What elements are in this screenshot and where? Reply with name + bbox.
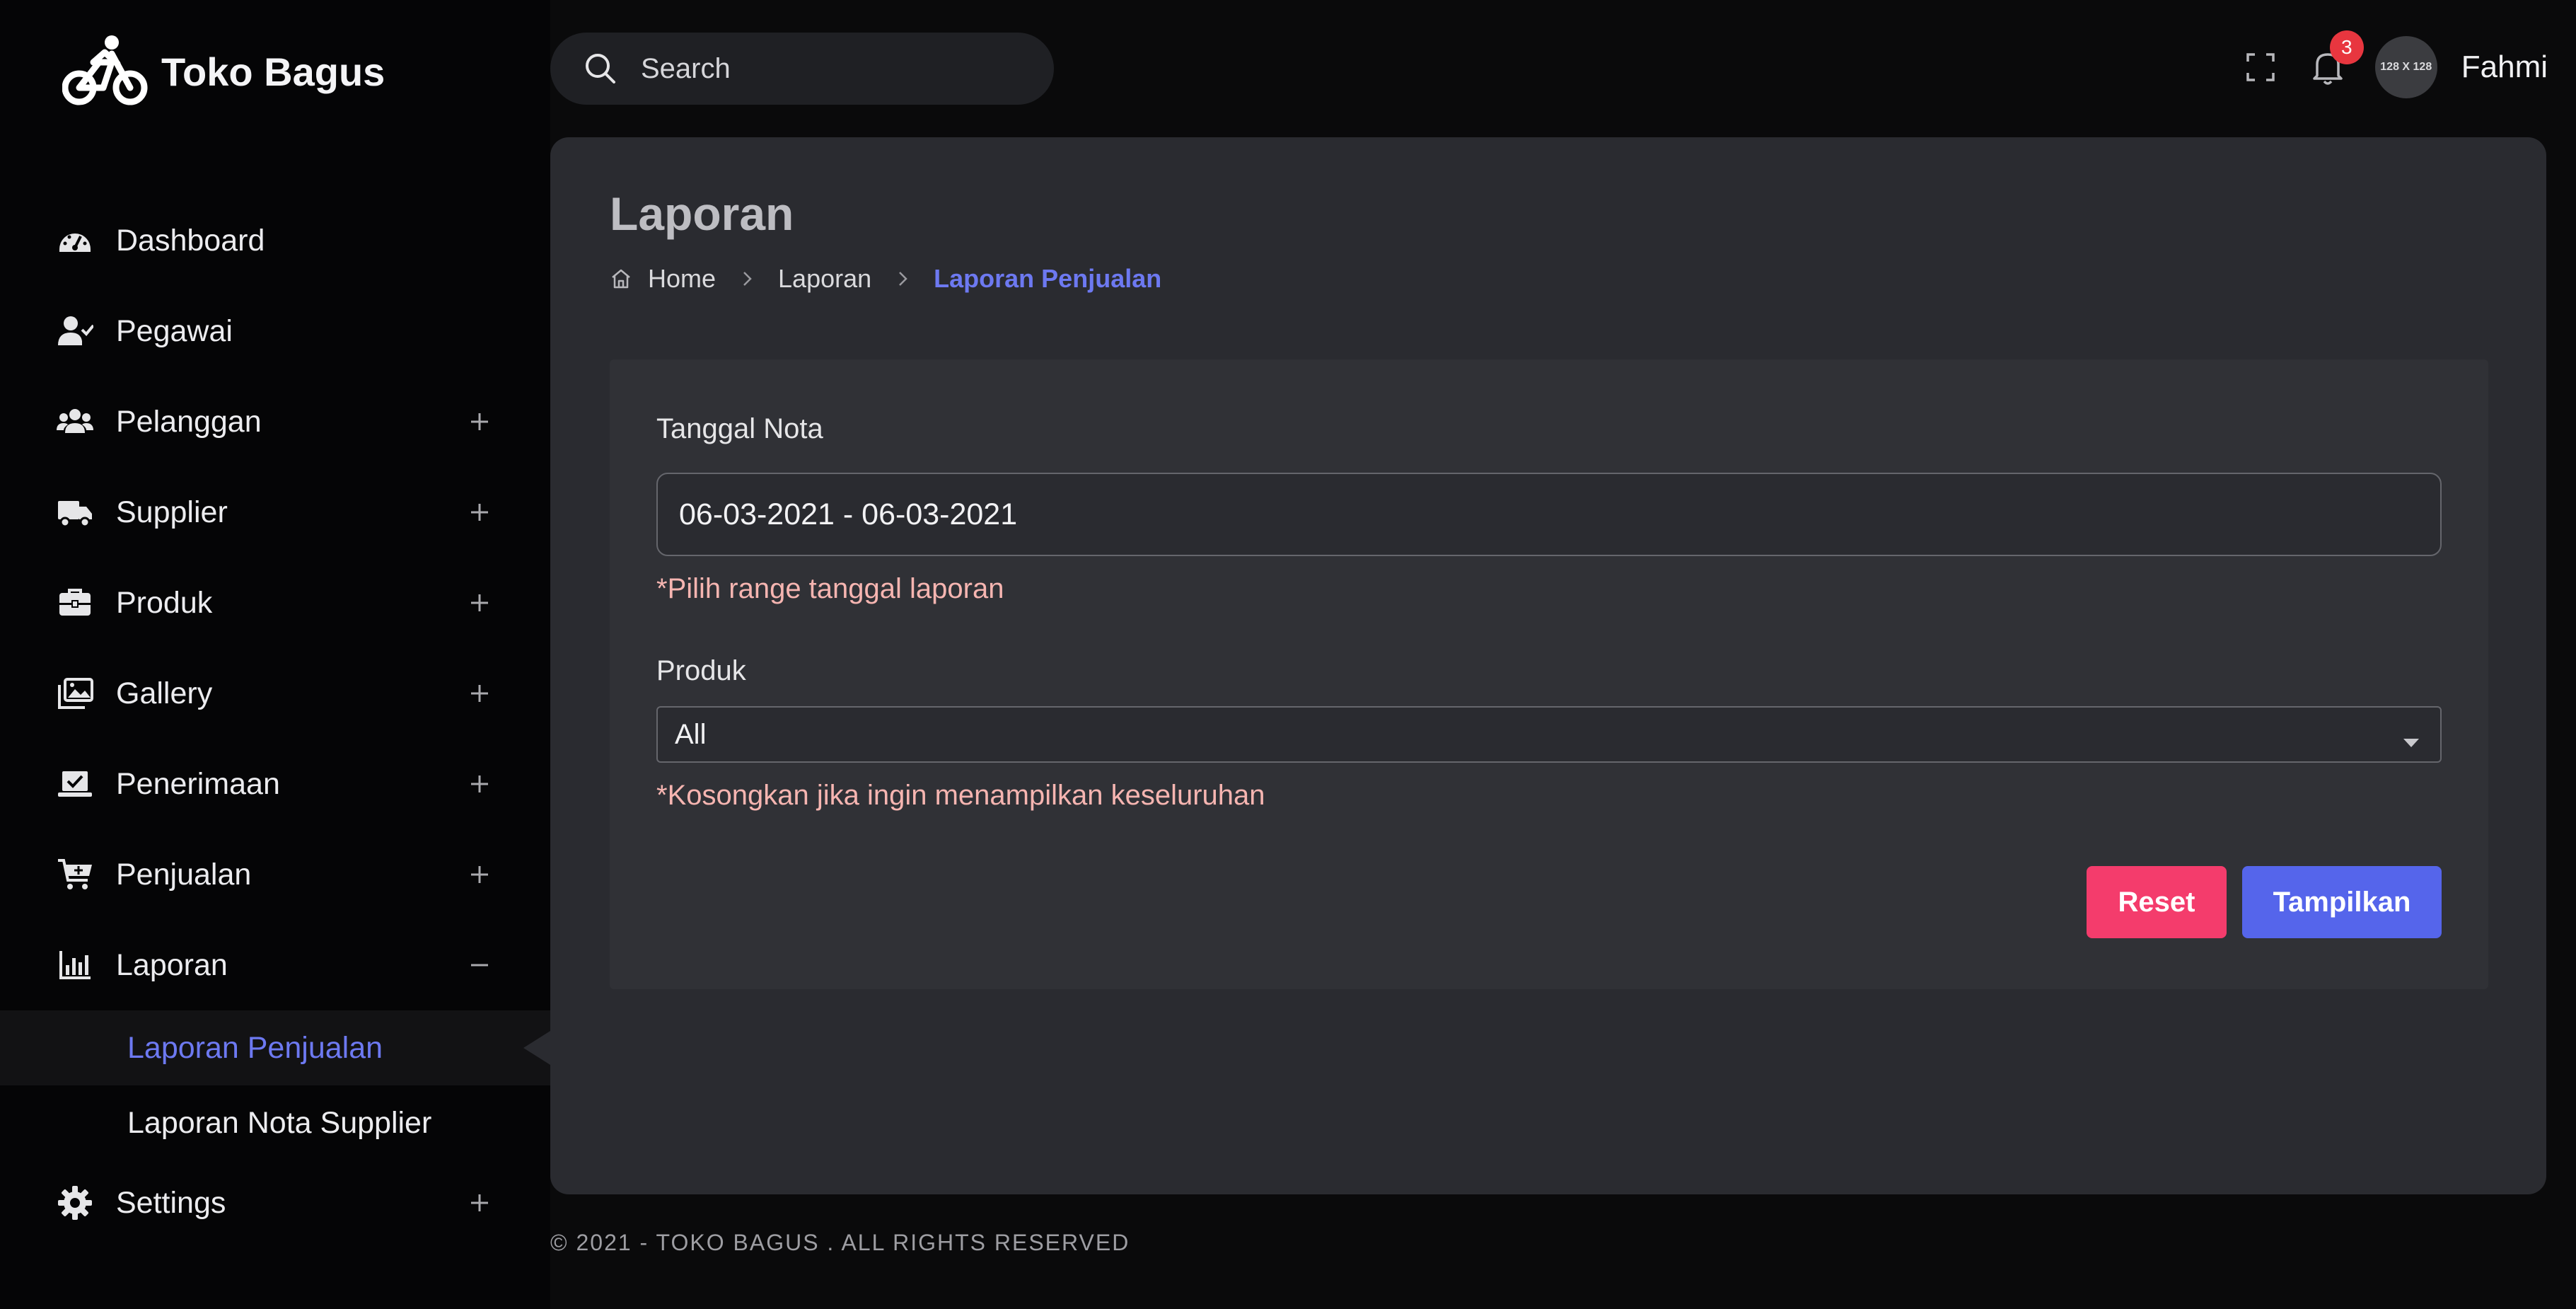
cart-plus-icon (58, 859, 92, 889)
app-name: Toko Bagus (161, 49, 385, 94)
truck-icon (58, 501, 92, 528)
sidebar-item-supplier[interactable]: Supplier (0, 467, 550, 558)
home-icon (612, 269, 630, 289)
submenu-item-label: Laporan Nota Supplier (127, 1105, 432, 1140)
product-label: Produk (656, 655, 746, 686)
show-button[interactable]: Tampilkan (2242, 866, 2442, 938)
date-range-value: 06-03-2021 - 06-03-2021 (679, 497, 1018, 531)
avatar[interactable]: 128 X 128 (2374, 36, 2437, 98)
product-hint: *Kosongkan jika ingin menampilkan keselu… (656, 780, 1265, 811)
sidebar-item-label: Penjualan (116, 857, 252, 892)
sidebar-item-label: Dashboard (116, 223, 265, 258)
product-select-value: All (675, 718, 707, 750)
sidebar-item-gallery[interactable]: Gallery (0, 648, 550, 739)
plus-icon[interactable] (465, 498, 494, 526)
dashboard-icon (59, 233, 91, 252)
plus-icon[interactable] (465, 408, 494, 436)
breadcrumb-current: Laporan Penjualan (934, 264, 1162, 293)
minus-icon[interactable] (465, 951, 494, 979)
topbar-actions: 3 128 X 128 Fahmi (2244, 28, 2548, 106)
sidebar-menu: Dashboard Pegawai Pelanggan Supplier Pro… (0, 195, 550, 1245)
plus-icon[interactable] (465, 860, 494, 889)
fullscreen-icon[interactable] (2244, 50, 2278, 84)
bar-chart-icon (59, 951, 91, 979)
plus-icon[interactable] (465, 1189, 494, 1217)
plus-icon[interactable] (465, 679, 494, 708)
breadcrumb-laporan[interactable]: Laporan (778, 264, 871, 294)
users-icon (57, 409, 93, 433)
content-card: Laporan Home Laporan Laporan Penjualan T… (550, 137, 2546, 1194)
search-icon (586, 54, 615, 83)
submenu-item-laporan-penjualan[interactable]: Laporan Penjualan (0, 1010, 550, 1085)
brand[interactable]: Toko Bagus (62, 33, 385, 110)
product-select[interactable]: All (656, 706, 2442, 763)
sidebar-item-penjualan[interactable]: Penjualan (0, 829, 550, 920)
date-range-field[interactable]: 06-03-2021 - 06-03-2021 (656, 473, 2442, 556)
briefcase-icon (59, 589, 91, 616)
sidebar-item-laporan[interactable]: Laporan (0, 920, 550, 1010)
sidebar-item-produk[interactable]: Produk (0, 558, 550, 648)
laptop-check-icon (58, 771, 92, 797)
sidebar-item-label: Settings (116, 1185, 226, 1220)
sidebar-item-label: Laporan (116, 947, 228, 982)
sidebar-item-dashboard[interactable]: Dashboard (0, 195, 550, 286)
chevron-down-icon (2403, 739, 2419, 747)
plus-icon[interactable] (465, 770, 494, 798)
notification-badge: 3 (2329, 30, 2364, 64)
date-hint: *Pilih range tanggal laporan (656, 573, 1004, 604)
gear-icon (58, 1186, 92, 1220)
sidebar-item-pegawai[interactable]: Pegawai (0, 286, 550, 376)
sidebar-item-pelanggan[interactable]: Pelanggan (0, 376, 550, 467)
notifications[interactable]: 3 (2309, 30, 2364, 87)
sidebar-item-label: Produk (116, 585, 213, 620)
submenu-item-laporan-nota-supplier[interactable]: Laporan Nota Supplier (0, 1085, 550, 1160)
date-label: Tanggal Nota (656, 413, 823, 444)
breadcrumb-home[interactable]: Home (648, 264, 716, 294)
sidebar-item-label: Supplier (116, 495, 228, 529)
username[interactable]: Fahmi (2461, 50, 2548, 85)
sidebar-item-label: Pelanggan (116, 404, 262, 439)
search-bar[interactable] (550, 33, 1054, 105)
chevron-right-icon (743, 272, 752, 286)
images-icon (58, 678, 93, 709)
sidebar-item-settings[interactable]: Settings (0, 1160, 550, 1245)
sidebar-item-label: Penerimaan (116, 766, 280, 801)
footer-copyright: © 2021 - TOKO BAGUS . ALL RIGHTS RESERVE… (550, 1230, 1130, 1255)
chevron-right-icon (899, 272, 907, 286)
breadcrumb: Home Laporan Laporan Penjualan (610, 263, 1161, 294)
search-input[interactable] (639, 52, 1007, 86)
sidebar-item-penerimaan[interactable]: Penerimaan (0, 739, 550, 829)
submenu-item-label: Laporan Penjualan (127, 1030, 383, 1065)
sidebar: Toko Bagus Dashboard Pegawai Pelanggan S… (0, 0, 550, 1309)
bicycle-icon (62, 35, 148, 105)
sidebar-item-label: Pegawai (116, 313, 233, 348)
plus-icon[interactable] (465, 589, 494, 617)
page-title: Laporan (610, 188, 794, 240)
sidebar-item-label: Gallery (116, 676, 213, 710)
reset-button[interactable]: Reset (2087, 866, 2227, 938)
report-filter-form: Tanggal Nota 06-03-2021 - 06-03-2021 *Pi… (610, 359, 2488, 989)
user-check-icon (58, 316, 93, 345)
